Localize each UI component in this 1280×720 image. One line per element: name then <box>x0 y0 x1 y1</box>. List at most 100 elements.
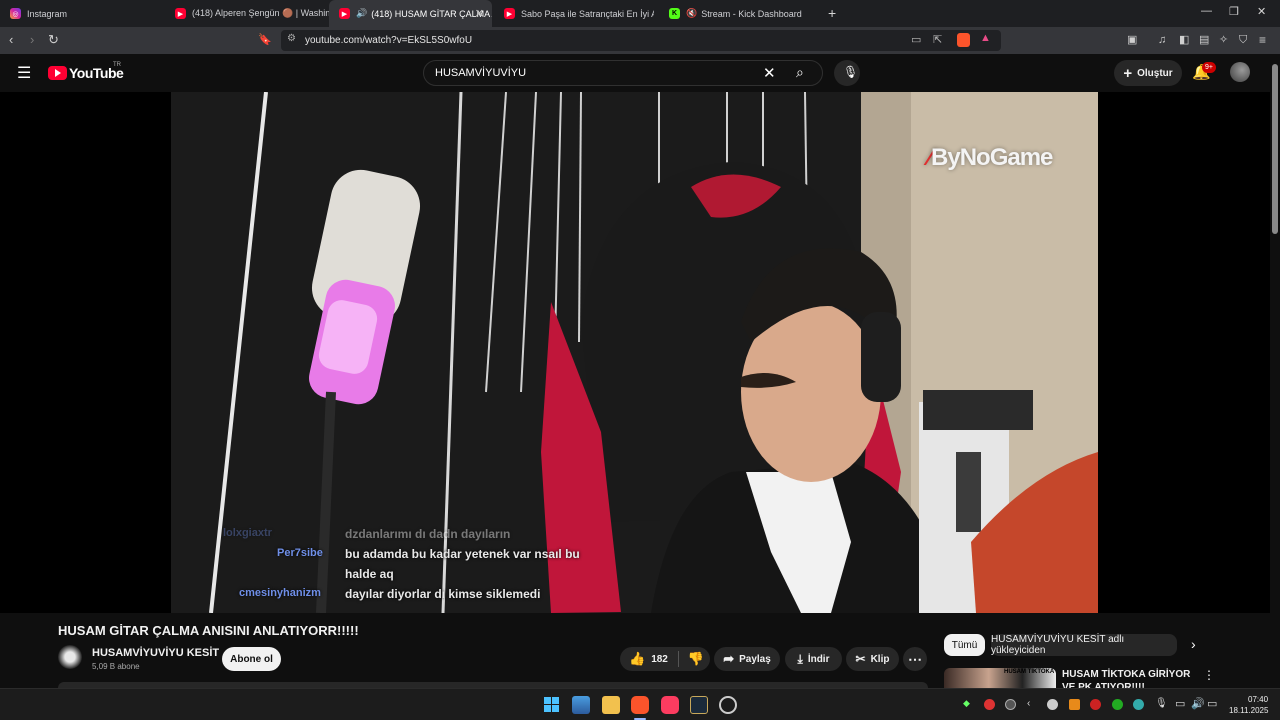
channel-name[interactable]: HUSAMVİYUVİYU KESİT <box>92 647 219 659</box>
league-client-icon[interactable] <box>690 696 708 714</box>
windows-start-icon[interactable] <box>543 696 561 714</box>
forward-icon[interactable]: › <box>30 32 34 48</box>
mute-icon[interactable]: 🔇 <box>686 8 697 19</box>
address-bar[interactable]: ⚙ youtube.com/watch?v=EkSL5S0wfoU ▭ ⇱ ▲ <box>281 30 1001 51</box>
volume-icon[interactable]: 🔊 <box>1191 697 1205 710</box>
download-label: İndir <box>807 653 830 665</box>
watermark-text: ⁄ByNoGame <box>928 144 1053 171</box>
tray-app-icon[interactable] <box>1133 699 1144 710</box>
chat-username: Per7sibe <box>277 547 323 559</box>
reload-icon[interactable]: ↻ <box>48 32 59 48</box>
instagram-icon: ◎ <box>10 8 21 19</box>
hamburger-menu-icon[interactable]: ☰ <box>17 63 31 83</box>
cast-icon[interactable]: ▭ <box>911 33 921 46</box>
chip-from-uploader[interactable]: HUSAMVİYUVİYU KESİT adlı yükleyiciden <box>991 634 1177 656</box>
photos-icon[interactable] <box>572 696 590 714</box>
chat-message: bu adamda bu kadar yetenek var nsaıl bu <box>345 547 580 561</box>
bookmark-icon[interactable]: 🔖 <box>258 32 272 48</box>
brave-shields-icon[interactable] <box>957 33 970 47</box>
more-actions-icon[interactable]: ⋯ <box>903 647 927 671</box>
chevron-right-icon[interactable]: › <box>1191 636 1196 652</box>
wallet-icon[interactable]: ▤ <box>1199 32 1209 48</box>
chat-message: dayılar diyorlar dı kimse siklemedi <box>345 587 541 601</box>
site-info-icon[interactable]: ⚙ <box>287 33 296 44</box>
tab-alperen[interactable]: ▶ (418) Alperen Şengün 🟤 | Washingt <box>165 0 329 27</box>
minimize-button[interactable]: — <box>1201 5 1212 17</box>
like-icon[interactable]: 👍 <box>629 651 645 667</box>
tray-app-icon[interactable] <box>1069 699 1080 710</box>
video-frame[interactable]: ⁄ByNoGame lolxgiaxtr dzdanlarımı dı dadn… <box>171 92 1098 613</box>
clip-button[interactable]: ✂ Klip <box>846 647 899 671</box>
channel-avatar[interactable] <box>58 645 82 669</box>
download-icon: ⤓ <box>797 651 803 666</box>
back-icon[interactable]: ‹ <box>9 32 13 48</box>
tray-app-icon[interactable] <box>984 699 995 710</box>
youtube-icon: ▶ <box>339 8 350 19</box>
search-box[interactable]: HUSAMVİYUVİYU ✕ ⌕ <box>423 60 823 86</box>
search-icon[interactable]: ⌕ <box>796 64 804 81</box>
tray-app-icon[interactable] <box>1090 699 1101 710</box>
restore-button[interactable]: ❐ <box>1229 5 1239 18</box>
tray-chevron-icon[interactable]: ‹ <box>1027 698 1030 709</box>
share-icon[interactable]: ⇱ <box>933 33 942 46</box>
youtube-logo-icon[interactable] <box>48 66 67 80</box>
sidebar-toggle-icon[interactable]: ▣ <box>1127 32 1137 48</box>
brave-browser-icon[interactable] <box>631 696 649 714</box>
vpn-icon[interactable]: ⛉ <box>1239 32 1247 48</box>
microphone-tray-icon[interactable]: 🎙 <box>1155 698 1168 709</box>
region-code: TR <box>113 62 121 68</box>
menu-icon[interactable]: ≡ <box>1259 32 1266 48</box>
url-text[interactable]: youtube.com/watch?v=EkSL5S0wfoU <box>305 35 472 46</box>
tray-app-icon[interactable] <box>1047 699 1058 710</box>
tray-app-icon[interactable] <box>1005 699 1016 710</box>
tab-label: Sabo Paşa ile Satrançtaki En İyi Açılış <box>521 8 654 19</box>
clear-search-icon[interactable]: ✕ <box>763 64 776 82</box>
brave-rewards-icon[interactable]: ▲ <box>980 32 991 44</box>
like-count[interactable]: 182 <box>651 654 668 665</box>
scrollbar-thumb[interactable] <box>1272 64 1278 234</box>
share-icon: ➦ <box>723 651 735 666</box>
tray-app-icon[interactable] <box>1112 699 1123 710</box>
notification-badge: 9+ <box>1202 62 1216 73</box>
close-tab-icon[interactable]: ✕ <box>475 7 484 20</box>
more-vert-icon[interactable]: ⋮ <box>1203 668 1215 682</box>
voice-search-button[interactable]: 🎙 <box>834 60 860 86</box>
close-window-button[interactable]: ✕ <box>1257 5 1266 18</box>
battery-icon[interactable]: ▭ <box>1207 697 1217 710</box>
steam-icon[interactable] <box>719 696 737 714</box>
search-input[interactable]: HUSAMVİYUVİYU <box>435 67 526 79</box>
tab-instagram[interactable]: ◎ Instagram <box>0 0 165 27</box>
create-button[interactable]: + Oluştur <box>1114 60 1182 86</box>
music-app-icon[interactable] <box>661 696 679 714</box>
chat-username: lolxgiaxtr <box>223 527 272 539</box>
dislike-icon[interactable]: 👎 <box>688 651 704 667</box>
page-scrollbar[interactable] <box>1270 54 1280 688</box>
clock-time[interactable]: 07:40 <box>1248 695 1268 704</box>
side-panel-icon[interactable]: ◧ <box>1179 32 1189 48</box>
youtube-header: ☰ YouTube TR HUSAMVİYUVİYU ✕ ⌕ 🎙 + Oluşt… <box>0 54 1280 92</box>
create-label: Oluştur <box>1137 67 1173 79</box>
video-title: HUSAM GİTAR ÇALMA ANISINI ANLATIYORR!!!!… <box>58 623 359 638</box>
recommended-thumbnail[interactable]: HUSAM TİKTOKA <box>944 668 1056 688</box>
file-explorer-icon[interactable] <box>602 696 620 714</box>
download-button[interactable]: ⤓ İndir <box>785 647 842 671</box>
tab-sabo[interactable]: ▶ Sabo Paşa ile Satrançtaki En İyi Açılı… <box>494 0 654 27</box>
tab-kick[interactable]: K 🔇 Stream - Kick Dashboard <box>659 0 819 27</box>
youtube-icon: ▶ <box>504 8 515 19</box>
clock-date[interactable]: 18.11.2025 <box>1229 706 1268 715</box>
subscribe-button[interactable]: Abone ol <box>222 647 281 671</box>
media-icon[interactable]: ♫ <box>1158 32 1166 48</box>
tab-husam-active[interactable]: ▶ 🔊 (418) HUSAM GİTAR ÇALMA A ✕ <box>329 0 492 27</box>
chip-all[interactable]: Tümü <box>944 634 985 656</box>
network-icon[interactable]: ▭ <box>1175 697 1185 710</box>
recommended-title[interactable]: HUSAM TİKTOKA GİRİYOR VE PK ATIYOR!!!! <box>1062 668 1192 688</box>
scissors-icon: ✂ <box>855 652 866 666</box>
audio-icon[interactable]: 🔊 <box>356 8 367 19</box>
video-player[interactable]: ⁄ByNoGame lolxgiaxtr dzdanlarımı dı dadn… <box>0 92 1270 613</box>
share-button[interactable]: ➦ Paylaş <box>714 647 780 671</box>
nvidia-tray-icon[interactable]: ◆ <box>963 698 970 709</box>
leo-ai-icon[interactable]: ✧ <box>1219 32 1228 48</box>
new-tab-button[interactable]: + <box>828 5 836 21</box>
avatar[interactable] <box>1230 62 1250 82</box>
kick-icon: K <box>669 8 680 19</box>
